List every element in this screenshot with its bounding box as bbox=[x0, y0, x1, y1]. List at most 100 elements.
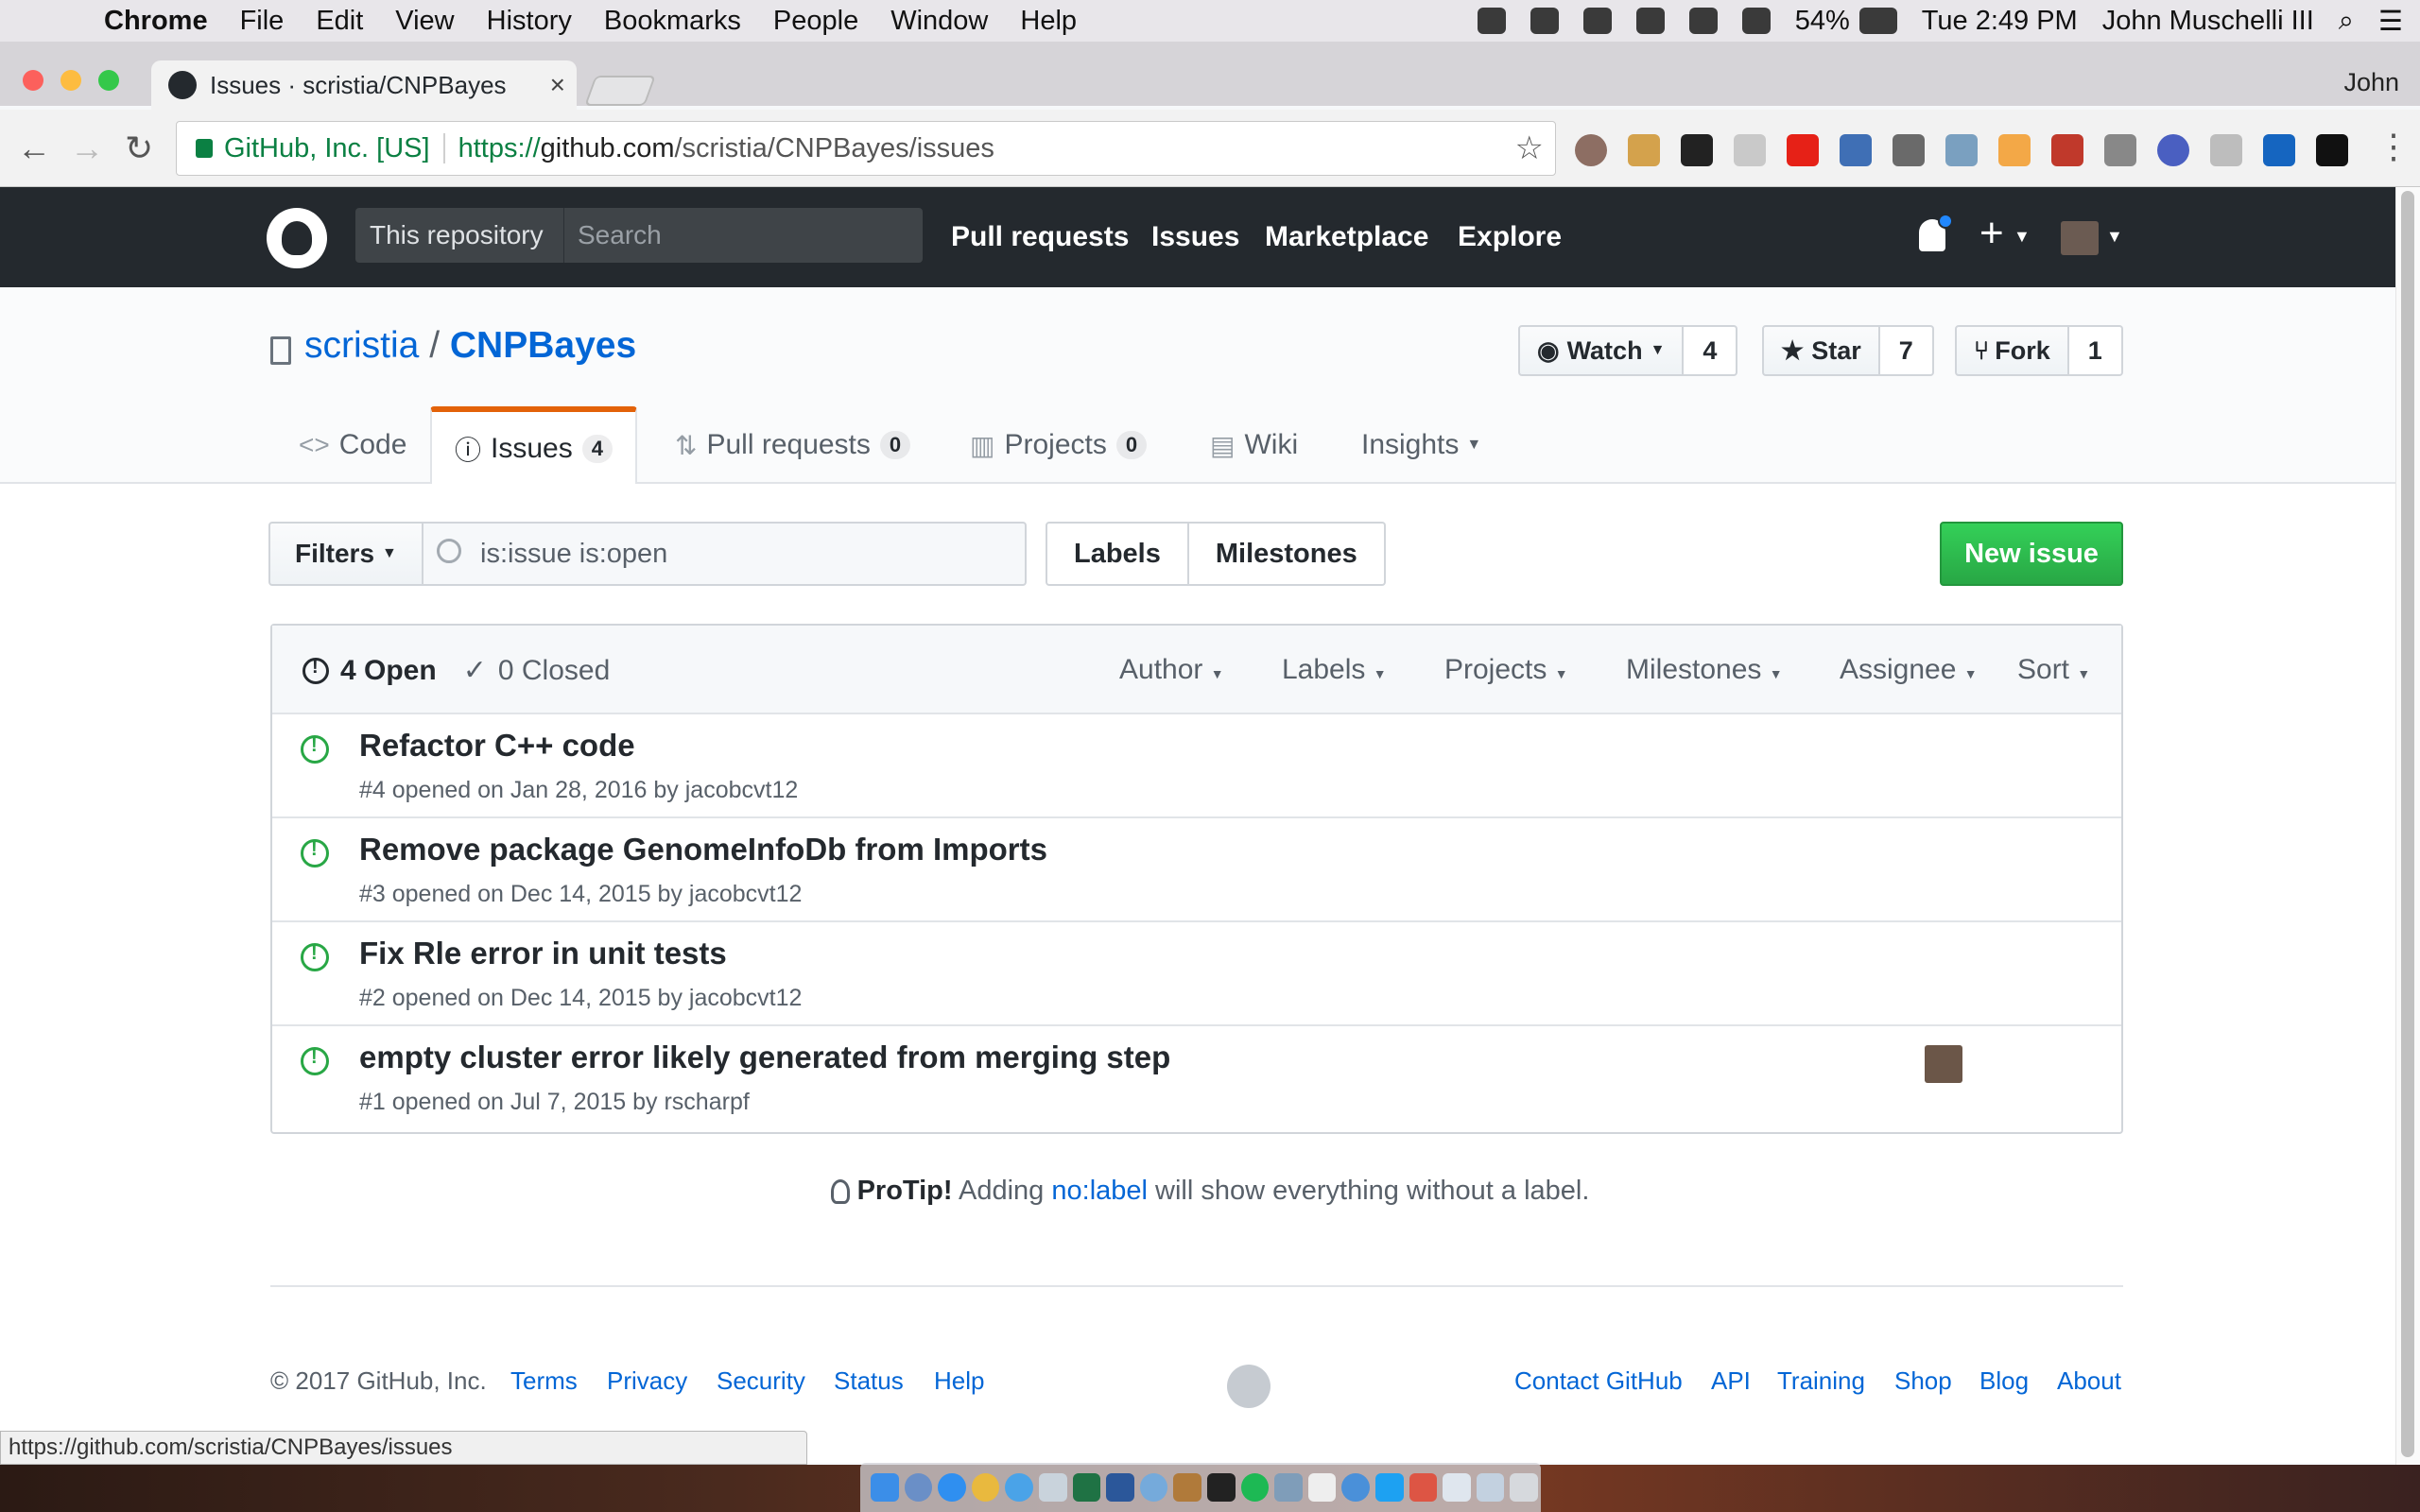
tab-close-icon[interactable]: × bbox=[550, 70, 565, 100]
wifi-tray-icon[interactable] bbox=[1688, 8, 1718, 34]
closed-issues-link[interactable]: ✓ 0 Closed bbox=[463, 654, 611, 687]
dock-app-icon-15[interactable] bbox=[1341, 1473, 1370, 1502]
dropbox-tray-icon[interactable] bbox=[1477, 8, 1506, 34]
tab-code[interactable]: <> Code bbox=[276, 406, 429, 484]
reload-icon[interactable]: ↻ bbox=[125, 129, 153, 168]
menu-edit[interactable]: Edit bbox=[316, 6, 363, 37]
header-nav-pull-requests[interactable]: Pull requests bbox=[951, 221, 1129, 253]
chrome-menu-icon[interactable]: ⋮ bbox=[2377, 127, 2411, 166]
twitter-dock-icon[interactable] bbox=[1374, 1473, 1404, 1502]
tab-issues[interactable]: ⓘ Issues 4 bbox=[430, 406, 637, 486]
dock-app-icon-13[interactable] bbox=[1274, 1473, 1303, 1502]
issue-title-link[interactable]: empty cluster error likely generated fro… bbox=[359, 1040, 1170, 1075]
extension-icon-13[interactable] bbox=[2210, 134, 2242, 166]
terminal-dock-icon[interactable] bbox=[1206, 1473, 1236, 1502]
ev-certificate-label[interactable]: GitHub, Inc. [US] bbox=[224, 133, 430, 164]
browser-tab-active[interactable]: Issues · scristia/CNPBayes × bbox=[151, 60, 577, 110]
trash-dock-icon[interactable] bbox=[1510, 1473, 1538, 1502]
fork-button[interactable]: ⑂ Fork bbox=[1955, 325, 2069, 376]
search-extension-icon[interactable] bbox=[1840, 134, 1872, 166]
protip-link[interactable]: no:label bbox=[1051, 1176, 1148, 1206]
menu-history[interactable]: History bbox=[487, 6, 572, 37]
repo-name-link[interactable]: CNPBayes bbox=[450, 325, 636, 366]
github-footer-logo-icon[interactable] bbox=[1227, 1365, 1270, 1408]
assignee-filter-dropdown[interactable]: Assignee ▼ bbox=[1840, 654, 1978, 686]
youtube-extension-icon[interactable] bbox=[1787, 134, 1819, 166]
user-avatar[interactable] bbox=[2061, 221, 2099, 255]
footer-link-blog[interactable]: Blog bbox=[1979, 1366, 2029, 1396]
finder-dock-icon[interactable] bbox=[871, 1473, 899, 1502]
extension-icon-1[interactable] bbox=[1575, 134, 1607, 166]
star-button[interactable]: ★ Star bbox=[1762, 325, 1880, 376]
footer-link-api[interactable]: API bbox=[1711, 1366, 1751, 1396]
forks-count[interactable]: 1 bbox=[2068, 325, 2123, 376]
notification-center-icon[interactable]: ☰ bbox=[2378, 5, 2403, 38]
volume-tray-icon[interactable] bbox=[1741, 8, 1771, 34]
issue-filter-input[interactable]: is:issue is:open bbox=[422, 522, 1027, 586]
scrollbar-thumb[interactable] bbox=[2401, 191, 2414, 1457]
evernote-tray-icon[interactable] bbox=[1582, 8, 1612, 34]
footer-link-help[interactable]: Help bbox=[934, 1366, 984, 1396]
minimize-window-button[interactable] bbox=[60, 70, 81, 91]
address-bar[interactable]: GitHub, Inc. [US] https://github.com/scr… bbox=[176, 121, 1556, 176]
preview-dock-icon[interactable] bbox=[1038, 1473, 1067, 1502]
watchers-count[interactable]: 4 bbox=[1684, 325, 1738, 376]
amazon-extension-icon[interactable] bbox=[1998, 134, 2031, 166]
menu-app-chrome[interactable]: Chrome bbox=[104, 6, 208, 37]
header-nav-marketplace[interactable]: Marketplace bbox=[1265, 221, 1428, 253]
profile-name[interactable]: John bbox=[2343, 68, 2399, 97]
spotlight-icon[interactable]: ⌕ bbox=[2339, 6, 2354, 37]
footer-link-about[interactable]: About bbox=[2057, 1366, 2121, 1396]
safari-dock-icon[interactable] bbox=[1005, 1473, 1033, 1502]
rstudio-dock-icon[interactable] bbox=[1139, 1473, 1168, 1502]
app-store-dock-icon[interactable] bbox=[938, 1473, 966, 1502]
repo-owner-link[interactable]: scristia bbox=[304, 325, 419, 366]
menubar-clock[interactable]: Tue 2:49 PM bbox=[1922, 6, 2078, 37]
milestones-link[interactable]: Milestones bbox=[1188, 522, 1386, 586]
author-filter-dropdown[interactable]: Author ▼ bbox=[1119, 654, 1224, 686]
issue-title-link[interactable]: Fix Rle error in unit tests bbox=[359, 936, 727, 971]
word-dock-icon[interactable] bbox=[1106, 1473, 1134, 1502]
time-machine-tray-icon[interactable] bbox=[1635, 8, 1665, 34]
extension-icon-12[interactable] bbox=[2157, 134, 2189, 166]
issue-title-link[interactable]: Remove package GenomeInfoDb from Imports bbox=[359, 832, 1047, 868]
battery-icon[interactable] bbox=[1858, 8, 1897, 34]
projects-filter-dropdown[interactable]: Projects ▼ bbox=[1444, 654, 1568, 686]
shield-tray-icon[interactable] bbox=[1530, 8, 1559, 34]
launchpad-dock-icon[interactable] bbox=[904, 1473, 933, 1502]
extension-icon-15[interactable] bbox=[2316, 134, 2348, 166]
bookmark-star-icon[interactable]: ☆ bbox=[1515, 129, 1544, 167]
header-nav-explore[interactable]: Explore bbox=[1458, 221, 1562, 253]
extension-icon-3[interactable] bbox=[1681, 134, 1713, 166]
menu-file[interactable]: File bbox=[240, 6, 285, 37]
menu-help[interactable]: Help bbox=[1020, 6, 1077, 37]
tab-insights[interactable]: Insights ▼ bbox=[1339, 406, 1504, 484]
close-window-button[interactable] bbox=[23, 70, 43, 91]
menu-view[interactable]: View bbox=[395, 6, 454, 37]
dock-app-icon-10[interactable] bbox=[1173, 1473, 1201, 1502]
footer-link-shop[interactable]: Shop bbox=[1894, 1366, 1952, 1396]
header-nav-issues[interactable]: Issues bbox=[1151, 221, 1239, 253]
back-arrow-icon[interactable]: ← bbox=[17, 129, 51, 168]
extension-icon-14[interactable] bbox=[2263, 134, 2295, 166]
labels-link[interactable]: Labels bbox=[1046, 522, 1189, 586]
battery-percent[interactable]: 54% bbox=[1795, 6, 1850, 37]
forward-arrow-icon[interactable]: → bbox=[70, 129, 104, 168]
cast-extension-icon[interactable] bbox=[1893, 134, 1925, 166]
menu-window[interactable]: Window bbox=[890, 6, 988, 37]
extension-icon-11[interactable] bbox=[2104, 134, 2136, 166]
extension-icon-10[interactable] bbox=[2051, 134, 2083, 166]
github-logo-icon[interactable] bbox=[267, 208, 327, 268]
new-issue-button[interactable]: New issue bbox=[1940, 522, 2123, 586]
header-search-input[interactable]: Search bbox=[563, 208, 923, 263]
footer-link-security[interactable]: Security bbox=[717, 1366, 805, 1396]
documents-dock-icon[interactable] bbox=[1443, 1473, 1471, 1502]
footer-link-status[interactable]: Status bbox=[834, 1366, 904, 1396]
dock-app-icon-17[interactable] bbox=[1409, 1473, 1438, 1502]
user-menu-caret-icon[interactable]: ▼ bbox=[2106, 227, 2123, 247]
open-issues-link[interactable]: 4 Open bbox=[302, 654, 437, 687]
create-new-caret-icon[interactable]: ▼ bbox=[2014, 227, 2031, 247]
issue-title-link[interactable]: Refactor C++ code bbox=[359, 728, 635, 764]
tab-projects[interactable]: ▥ Projects 0 bbox=[947, 406, 1169, 484]
assignee-avatar[interactable] bbox=[1925, 1045, 1962, 1083]
